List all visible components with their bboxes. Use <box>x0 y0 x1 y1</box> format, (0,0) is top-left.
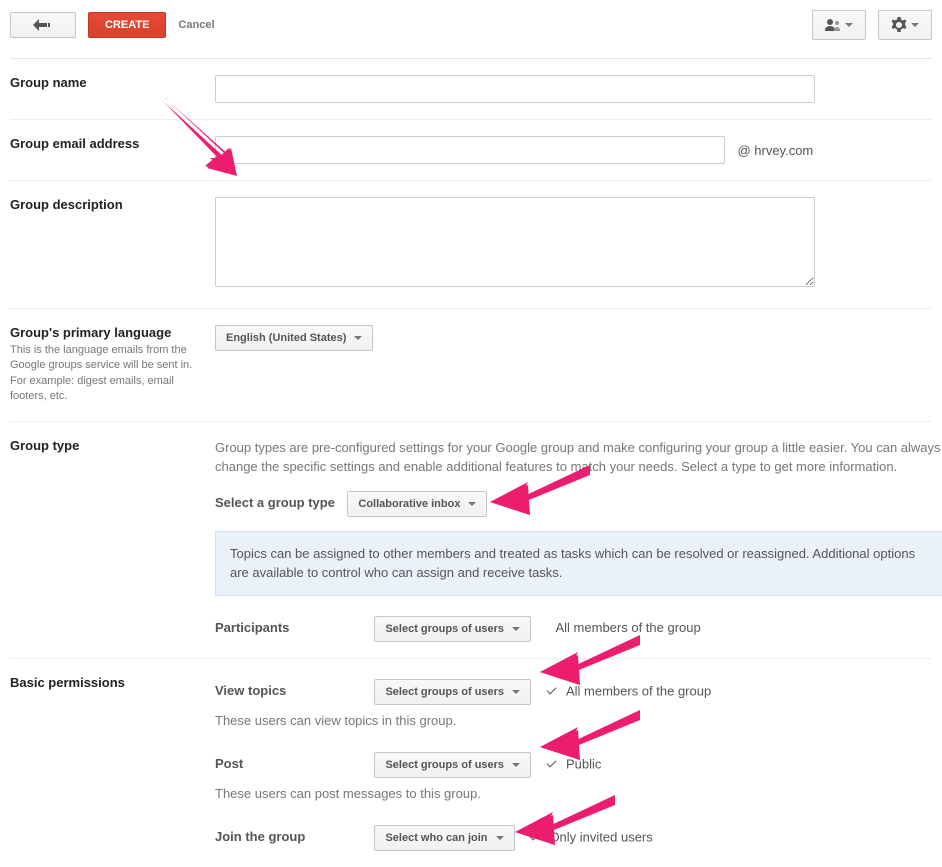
group-email-input[interactable] <box>215 136 725 164</box>
group-name-label: Group name <box>10 75 205 90</box>
back-arrow-icon <box>33 19 53 31</box>
create-button[interactable]: CREATE <box>88 12 166 38</box>
check-icon <box>546 685 558 695</box>
chevron-down-icon <box>512 763 520 767</box>
view-topics-summary: All members of the group <box>566 683 711 698</box>
group-description-input[interactable] <box>215 197 815 287</box>
participants-summary: All members of the group <box>556 620 701 635</box>
group-type-label: Group type <box>10 438 205 453</box>
chevron-down-icon <box>354 336 362 340</box>
people-icon <box>825 18 841 32</box>
join-summary: Only invited users <box>549 829 652 844</box>
settings-dropdown-button[interactable] <box>878 10 932 40</box>
group-name-input[interactable] <box>215 75 815 103</box>
check-icon <box>546 758 558 768</box>
chevron-down-icon <box>512 627 520 631</box>
primary-language-help: This is the language emails from the Goo… <box>10 343 205 405</box>
chevron-down-icon <box>512 690 520 694</box>
post-dropdown[interactable]: Select groups of users <box>374 752 531 778</box>
email-domain-suffix: @ hrvey.com <box>737 143 813 158</box>
participants-label: Participants <box>215 620 370 635</box>
gear-icon <box>891 17 907 33</box>
join-dropdown[interactable]: Select who can join <box>374 825 514 851</box>
participants-dropdown[interactable]: Select groups of users <box>374 616 531 642</box>
join-label: Join the group <box>215 829 370 844</box>
people-dropdown-button[interactable] <box>812 10 866 40</box>
select-group-type-label: Select a group type <box>215 495 335 510</box>
cancel-button[interactable]: Cancel <box>178 19 214 31</box>
chevron-down-icon <box>468 502 476 506</box>
group-description-label: Group description <box>10 197 205 212</box>
chevron-down-icon <box>496 836 504 840</box>
view-topics-label: View topics <box>215 683 370 698</box>
post-label: Post <box>215 756 370 771</box>
back-button[interactable] <box>10 12 76 38</box>
permissions-label: Basic permissions <box>10 675 205 690</box>
view-topics-help: These users can view topics in this grou… <box>215 713 932 728</box>
post-summary: Public <box>566 756 601 771</box>
group-type-info: Topics can be assigned to other members … <box>215 531 942 596</box>
group-type-dropdown[interactable]: Collaborative inbox <box>347 491 487 517</box>
group-type-description: Group types are pre-configured settings … <box>215 438 942 477</box>
primary-language-label: Group's primary language <box>10 325 205 340</box>
view-topics-dropdown[interactable]: Select groups of users <box>374 679 531 705</box>
primary-language-dropdown[interactable]: English (United States) <box>215 325 373 351</box>
check-icon <box>529 831 541 841</box>
group-email-label: Group email address <box>10 136 205 151</box>
post-help: These users can post messages to this gr… <box>215 786 932 801</box>
